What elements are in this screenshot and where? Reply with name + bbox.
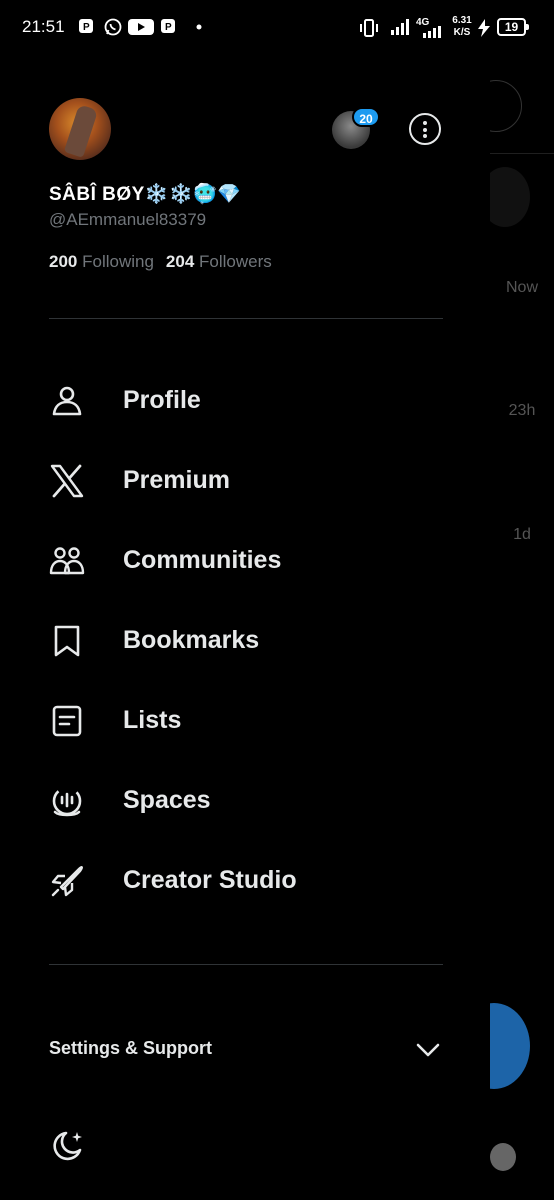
more-notifications-dot	[196, 24, 202, 30]
side-drawer: 20 SÂBÎ BØY❄️❄️🥶💎 @AEmmanuel83379 200 Fo…	[0, 56, 490, 1200]
signal-icon-2	[423, 26, 441, 38]
following-link[interactable]: 200 Following	[49, 252, 154, 271]
whatsapp-icon	[104, 18, 122, 36]
communities-icon	[49, 547, 85, 575]
svg-text:P: P	[165, 22, 172, 33]
status-time: 21:51	[22, 17, 65, 36]
x-logo-icon	[50, 464, 84, 498]
rocket-icon	[51, 866, 83, 897]
menu-item-label: Communities	[123, 546, 282, 574]
chevron-down-icon[interactable]	[414, 1036, 442, 1064]
settings-support-toggle[interactable]: Settings & Support	[49, 1038, 212, 1059]
followers-count: 204	[165, 252, 195, 271]
background-toggle	[490, 1143, 516, 1171]
menu-item-spaces[interactable]: Spaces	[49, 772, 443, 832]
app-notification-icon: P	[161, 19, 175, 33]
more-icon	[423, 134, 427, 138]
background-time: 23h	[508, 402, 536, 419]
display-mode-moon-icon[interactable]	[50, 1128, 86, 1164]
bookmark-icon	[54, 625, 80, 657]
more-icon	[423, 127, 427, 132]
background-divider	[490, 153, 554, 154]
menu-item-premium[interactable]: Premium	[49, 452, 443, 512]
network-speed-unit: K/S	[453, 27, 471, 38]
followers-link[interactable]: 204 Followers	[166, 252, 272, 271]
more-options-button[interactable]	[409, 113, 441, 145]
menu-item-communities[interactable]: Communities	[49, 532, 443, 592]
background-time: 1d	[513, 526, 531, 543]
app-notification-icon: P	[79, 19, 93, 33]
menu-item-label: Bookmarks	[123, 626, 260, 654]
user-handle[interactable]: @AEmmanuel83379	[49, 210, 206, 230]
display-name[interactable]: SÂBÎ BØY❄️❄️🥶💎	[49, 182, 241, 206]
following-label: Following	[82, 252, 154, 271]
status-bar: 21:51 P P 4G 6.31 K/S 19	[0, 0, 554, 56]
follow-stats: 200 Following 204 Followers	[49, 252, 272, 272]
charging-icon	[478, 19, 490, 37]
vibrate-icon	[360, 19, 378, 37]
signal-icon	[391, 19, 409, 35]
more-icon	[423, 121, 427, 125]
divider	[49, 964, 443, 965]
menu-item-lists[interactable]: Lists	[49, 692, 443, 752]
menu-item-bookmarks[interactable]: Bookmarks	[49, 612, 443, 672]
menu-item-label: Spaces	[123, 786, 211, 814]
youtube-icon	[128, 19, 154, 35]
profile-avatar[interactable]	[49, 98, 111, 160]
menu-item-creator-studio[interactable]: Creator Studio	[49, 852, 443, 912]
alternate-account-badge: 20	[352, 107, 380, 127]
network-speed-value: 6.31	[452, 15, 472, 26]
menu-item-label: Profile	[123, 386, 201, 414]
followers-label: Followers	[199, 252, 272, 271]
person-icon	[52, 386, 82, 416]
spaces-icon	[52, 786, 82, 817]
battery-level: 19	[497, 18, 529, 36]
background-time: Now	[505, 279, 538, 296]
divider	[49, 318, 443, 319]
list-icon	[52, 705, 82, 737]
menu-item-profile[interactable]: Profile	[49, 372, 443, 432]
menu-item-label: Creator Studio	[123, 866, 297, 894]
svg-text:P: P	[83, 22, 90, 33]
menu-item-label: Lists	[123, 706, 182, 734]
menu-item-label: Premium	[123, 466, 230, 494]
following-count: 200	[49, 252, 78, 271]
